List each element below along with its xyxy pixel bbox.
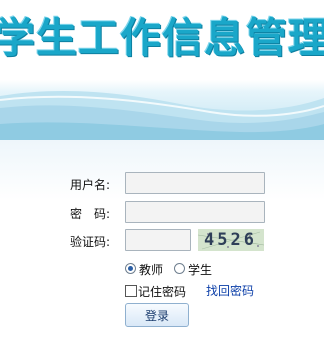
role-radio-teacher[interactable] [125, 263, 136, 274]
password-label: 密 码: [70, 207, 111, 221]
captcha-label: 验证码: [70, 235, 111, 249]
forgot-password-link[interactable]: 找回密码 [206, 282, 254, 299]
role-label-teacher: 教师 [139, 263, 164, 277]
remember-password-checkbox[interactable] [125, 285, 137, 297]
username-input[interactable] [125, 172, 265, 194]
password-input[interactable] [125, 201, 265, 223]
remember-password-label: 记住密码 [138, 285, 187, 299]
header-banner: 学生工作信息管理 [0, 0, 324, 140]
login-button[interactable]: 登录 [125, 303, 189, 327]
role-label-student: 学生 [188, 263, 213, 277]
captcha-input[interactable] [125, 229, 191, 251]
captcha-image[interactable]: 4526 [198, 229, 264, 251]
role-radio-student[interactable] [174, 263, 185, 274]
username-label: 用户名: [70, 178, 111, 192]
captcha-text: 4526 [204, 230, 257, 250]
app-title: 学生工作信息管理 [0, 14, 324, 62]
